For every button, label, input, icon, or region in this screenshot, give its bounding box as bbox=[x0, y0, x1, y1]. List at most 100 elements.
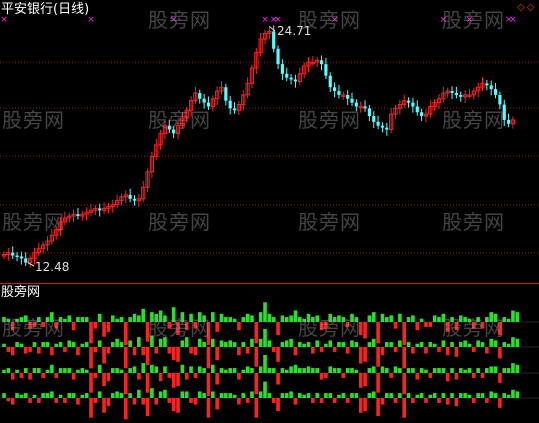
indicator-bar bbox=[324, 343, 328, 347]
indicator-bar bbox=[315, 340, 319, 347]
indicator-bar bbox=[284, 393, 289, 398]
indicator-bar bbox=[385, 393, 389, 398]
indicator-bar bbox=[63, 318, 67, 322]
indicator-bar bbox=[293, 310, 298, 322]
indicator-bar bbox=[298, 342, 302, 347]
indicator-bar bbox=[263, 381, 267, 398]
indicator-bar bbox=[76, 317, 80, 322]
indicator-bar bbox=[176, 398, 180, 413]
indicator-bar bbox=[128, 393, 132, 398]
indicator-bar bbox=[498, 398, 502, 408]
indicator-bar bbox=[167, 322, 172, 329]
indicator-bar bbox=[145, 322, 150, 342]
indicator-bar bbox=[371, 391, 376, 398]
indicator-bar bbox=[467, 343, 472, 347]
candle-body bbox=[333, 87, 337, 92]
indicator-bar bbox=[398, 340, 402, 347]
indicator-bar bbox=[93, 373, 98, 378]
indicator-bar bbox=[380, 366, 385, 373]
indicator-bar bbox=[115, 391, 119, 398]
indicator-bar bbox=[511, 310, 515, 322]
indicator-bar bbox=[63, 368, 67, 373]
indicator-bar bbox=[458, 315, 463, 322]
indicator-bar bbox=[445, 322, 450, 332]
indicator-bar bbox=[171, 398, 176, 412]
indicator-bar bbox=[241, 342, 246, 347]
indicator-bar bbox=[419, 342, 424, 347]
indicator-bar bbox=[389, 315, 393, 322]
indicator-bar bbox=[380, 347, 385, 356]
indicator-bar bbox=[119, 317, 124, 322]
chart-canvas: ×××××××××××× bbox=[0, 15, 539, 420]
indicator-bar bbox=[10, 322, 15, 331]
indicator-bar bbox=[163, 389, 167, 398]
indicator-bar bbox=[493, 340, 498, 347]
indicator-bar bbox=[385, 368, 389, 373]
candle-body bbox=[167, 125, 171, 130]
indicator-bar bbox=[232, 342, 237, 347]
candle-body bbox=[415, 106, 419, 113]
candle-body bbox=[450, 91, 454, 93]
indicator-bar bbox=[180, 364, 185, 373]
candle-body bbox=[293, 79, 298, 82]
indicator-bar bbox=[511, 337, 515, 347]
indicator-bar bbox=[137, 337, 141, 347]
indicator-bar bbox=[219, 340, 224, 347]
indicator-bar bbox=[280, 315, 285, 322]
indicator-bar bbox=[71, 393, 76, 398]
indicator-bar bbox=[428, 322, 433, 327]
indicator-bar bbox=[354, 369, 359, 373]
candle-body bbox=[385, 127, 389, 130]
indicator-bar bbox=[411, 347, 415, 354]
indicator-bar bbox=[237, 373, 241, 380]
indicator-bar bbox=[367, 393, 372, 398]
indicator-bar bbox=[154, 366, 159, 373]
indicator-bar bbox=[324, 322, 328, 329]
indicator-bar bbox=[106, 322, 111, 332]
indicator-bar bbox=[450, 317, 454, 322]
indicator-bar bbox=[102, 398, 106, 413]
diamond-icons[interactable]: ◇◇ bbox=[517, 3, 536, 13]
indicator-bar bbox=[498, 373, 502, 383]
candle-body bbox=[228, 100, 232, 109]
indicator-bar bbox=[154, 398, 159, 405]
indicator-bar bbox=[319, 347, 324, 352]
indicator-bar bbox=[511, 363, 515, 373]
indicator-bar bbox=[237, 398, 241, 405]
indicator-bar bbox=[32, 322, 37, 327]
indicator-bar bbox=[306, 366, 311, 373]
indicator-bar bbox=[432, 343, 437, 347]
indicator-bar bbox=[115, 338, 119, 347]
indicator-bar bbox=[119, 342, 124, 347]
indicator-bar bbox=[450, 342, 454, 347]
indicator-bar bbox=[389, 393, 393, 398]
indicator-bar bbox=[267, 393, 272, 398]
candle-body bbox=[363, 106, 367, 109]
indicator-bar bbox=[193, 347, 198, 356]
indicator-bar bbox=[67, 315, 72, 322]
indicator-bar bbox=[258, 366, 263, 373]
indicator-bar bbox=[32, 394, 37, 398]
indicator-bar bbox=[489, 338, 493, 347]
indicator-bar bbox=[419, 318, 424, 322]
indicator-bar bbox=[67, 393, 72, 398]
candle-body bbox=[406, 100, 411, 103]
indicator-bar bbox=[211, 364, 215, 373]
indicator-bar bbox=[393, 366, 398, 373]
indicator-bar bbox=[41, 342, 45, 347]
candle-body bbox=[485, 83, 489, 86]
indicator-bar bbox=[54, 373, 58, 378]
indicator-bar bbox=[428, 394, 433, 398]
grid-lines bbox=[0, 61, 539, 284]
indicator-bar bbox=[58, 368, 63, 373]
indicator-bar bbox=[506, 318, 511, 322]
indicator-bar bbox=[224, 369, 228, 373]
indicator-bar bbox=[493, 313, 498, 322]
indicator-bar bbox=[358, 398, 363, 413]
candle-body bbox=[354, 102, 358, 107]
indicator-bar bbox=[15, 318, 19, 322]
indicator-bar bbox=[93, 322, 98, 329]
annotation-leader bbox=[27, 262, 35, 267]
indicator-bar bbox=[241, 393, 246, 398]
indicator-title: 股旁网 bbox=[1, 285, 41, 300]
